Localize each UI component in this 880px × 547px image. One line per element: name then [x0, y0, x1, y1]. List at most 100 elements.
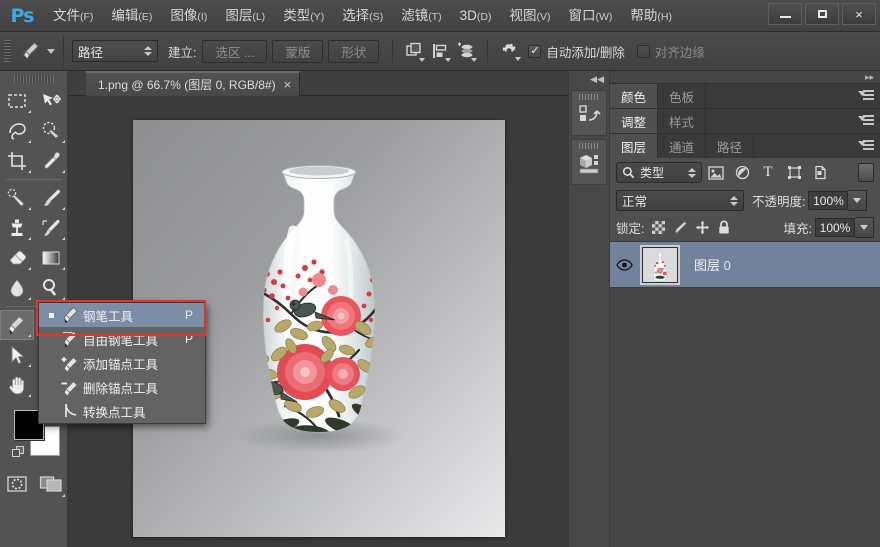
document-tab[interactable]: 1.png @ 66.7% (图层 0, RGB/8#) ×	[86, 71, 300, 96]
filter-adjustment-button[interactable]	[730, 162, 754, 184]
layer-filter-type-select[interactable]: 类型	[616, 162, 702, 183]
tool-quick-selection-tool[interactable]	[34, 116, 68, 146]
tool-hand-tool[interactable]	[0, 370, 34, 400]
fill-dropdown-button[interactable]	[855, 217, 874, 238]
menu-item-7[interactable]: 3D(D)	[451, 0, 501, 32]
layer-filter-type-label: 类型	[640, 164, 664, 181]
auto-add-delete-checkbox[interactable]: ✓	[528, 45, 541, 58]
menu-item-3[interactable]: 图层(L)	[216, 0, 274, 32]
swap-colors-icon[interactable]	[12, 446, 25, 459]
tool-spot-healing-tool[interactable]	[0, 183, 34, 213]
make-selection-button[interactable]: 选区 ...	[202, 40, 267, 63]
auto-add-delete-option[interactable]: ✓ 自动添加/删除	[528, 42, 636, 61]
flyout-item-4[interactable]: 转换点工具	[39, 399, 205, 423]
tool-crop-tool[interactable]	[0, 146, 34, 176]
align-edges-checkbox[interactable]: ✓	[637, 45, 650, 58]
menu-item-4[interactable]: 类型(Y)	[274, 0, 333, 32]
menu-item-0[interactable]: 文件(F)	[44, 0, 102, 32]
close-button[interactable]: ×	[842, 3, 876, 25]
geometry-options-button[interactable]	[496, 38, 522, 64]
tool-clone-stamp-tool[interactable]	[0, 213, 34, 243]
minimize-button[interactable]	[768, 3, 802, 25]
tools-bottom-row	[0, 468, 68, 500]
adjustments-panel-menu-icon[interactable]	[858, 115, 874, 127]
filter-enable-toggle[interactable]	[858, 163, 874, 182]
screen-mode-button[interactable]	[34, 468, 68, 500]
opacity-dropdown-button[interactable]	[848, 190, 867, 211]
opacity-value[interactable]: 100%	[808, 191, 848, 210]
path-alignment-button[interactable]	[427, 38, 453, 64]
flyout-icon-wrap	[57, 377, 83, 397]
layer-list[interactable]: 图层 0	[610, 241, 880, 469]
flyout-item-3[interactable]: 删除锚点工具	[39, 375, 205, 399]
freeform-pen-icon	[61, 329, 80, 349]
tool-path-selection-tool[interactable]	[0, 340, 34, 370]
quick-mask-button[interactable]	[0, 468, 34, 500]
tool-blur-tool[interactable]	[0, 273, 34, 303]
filter-smart-object-button[interactable]	[808, 162, 832, 184]
strip-collapse-button[interactable]: ◀◀	[569, 71, 609, 87]
lock-all-button[interactable]	[713, 217, 735, 238]
pen-tool-flyout-menu[interactable]: 钢笔工具P自由钢笔工具P添加锚点工具删除锚点工具转换点工具	[38, 302, 206, 424]
align-edges-option[interactable]: ✓ 对齐边缘	[637, 42, 717, 61]
menu-item-8[interactable]: 视图(V)	[500, 0, 559, 32]
menu-item-5[interactable]: 选择(S)	[333, 0, 392, 32]
tool-gradient-tool[interactable]	[34, 243, 68, 273]
flyout-item-0[interactable]: 钢笔工具P	[39, 303, 205, 327]
make-shape-button[interactable]: 形状	[328, 40, 379, 63]
panel-dock: ▸▸ 颜色 色板 调整 样式 图层 通道 路径	[610, 71, 880, 547]
tool-dodge-tool[interactable]	[34, 273, 68, 303]
tool-preset-picker[interactable]	[15, 36, 64, 66]
menu-item-2[interactable]: 图像(I)	[161, 0, 216, 32]
gradient-icon	[40, 247, 62, 269]
flyout-item-1[interactable]: 自由钢笔工具P	[39, 327, 205, 351]
tab-paths[interactable]: 路径	[706, 134, 754, 158]
menu-item-6[interactable]: 滤镜(T)	[392, 0, 450, 32]
tool-more-indicator-icon	[28, 110, 31, 113]
fill-value[interactable]: 100%	[815, 218, 855, 237]
maximize-button[interactable]	[805, 3, 839, 25]
tab-adjustments[interactable]: 调整	[610, 109, 658, 133]
eyedropper-icon	[40, 150, 62, 172]
color-panel-menu-icon[interactable]	[858, 90, 874, 102]
history-panel-button[interactable]	[571, 90, 607, 136]
blend-mode-select[interactable]: 正常	[616, 190, 744, 211]
document-tab-close-icon[interactable]: ×	[284, 78, 292, 91]
lock-image-pixels-button[interactable]	[669, 217, 691, 238]
tool-lasso-tool[interactable]	[0, 116, 34, 146]
menu-item-1[interactable]: 编辑(E)	[102, 0, 161, 32]
tool-move-tool[interactable]	[34, 86, 68, 116]
layer-thumbnail[interactable]	[642, 247, 678, 283]
layers-panel-menu-icon[interactable]	[858, 140, 874, 152]
menu-item-10[interactable]: 帮助(H)	[621, 0, 681, 32]
filter-shape-button[interactable]	[782, 162, 806, 184]
make-mask-button[interactable]: 蒙版	[272, 40, 323, 63]
lock-transparent-pixels-button[interactable]	[647, 217, 669, 238]
lock-position-button[interactable]	[691, 217, 713, 238]
path-arrangement-button[interactable]	[453, 38, 479, 64]
path-mode-select[interactable]: 路径	[72, 40, 158, 62]
tool-eyedropper-tool[interactable]	[34, 146, 68, 176]
tool-eraser-tool[interactable]	[0, 243, 34, 273]
path-operations-button[interactable]	[401, 38, 427, 64]
filter-pixel-button[interactable]	[704, 162, 728, 184]
tab-color[interactable]: 颜色	[610, 84, 658, 108]
tab-styles[interactable]: 样式	[658, 109, 706, 133]
filter-type-button[interactable]: T	[756, 162, 780, 184]
layer-visibility-toggle[interactable]	[610, 259, 638, 271]
flyout-item-2[interactable]: 添加锚点工具	[39, 351, 205, 375]
tool-marquee-tool[interactable]	[0, 86, 34, 116]
tools-panel-grip[interactable]	[14, 75, 54, 83]
options-bar-grip[interactable]	[4, 40, 11, 62]
tab-channels[interactable]: 通道	[658, 134, 706, 158]
align-edges-label: 对齐边缘	[655, 42, 705, 61]
menu-item-9[interactable]: 窗口(W)	[559, 0, 621, 32]
3d-panel-button[interactable]	[571, 139, 607, 185]
tool-brush-tool[interactable]	[34, 183, 68, 213]
tool-history-brush-tool[interactable]	[34, 213, 68, 243]
tool-pen-tool[interactable]	[0, 310, 34, 340]
layer-row[interactable]: 图层 0	[610, 242, 880, 288]
tab-swatches[interactable]: 色板	[658, 84, 706, 108]
dock-collapse-button[interactable]: ▸▸	[610, 71, 880, 83]
tab-layers[interactable]: 图层	[610, 134, 658, 158]
